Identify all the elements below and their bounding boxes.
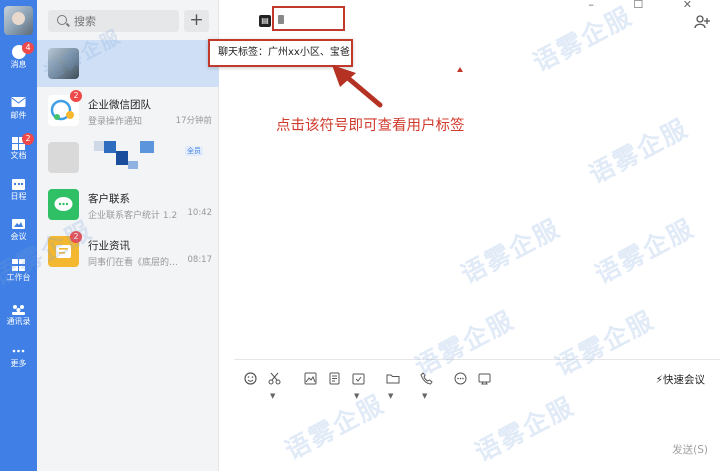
nav-docs-label: 文档 [10, 151, 27, 160]
nav-more[interactable]: 更多 [0, 340, 37, 376]
phone-icon[interactable]: ▼ [420, 372, 433, 400]
conversation-item-wecom-team[interactable]: 2 企业微信团队 登录操作通知 17分钟前 [37, 87, 219, 134]
mosaic-blur [116, 151, 128, 165]
nav-messages[interactable]: 消息 4 [0, 41, 37, 77]
unread-badge: 2 [70, 90, 82, 102]
chat-panel: ▤ – ☐ ✕ 聊天标签：广州xx小区、宝爸 点击该符号即可查看用户标签 ▼ ▼… [208, 0, 720, 471]
nav-docs[interactable]: 文档 2 [0, 132, 37, 168]
annotation-text: 点击该符号即可查看用户标签 [276, 118, 465, 134]
conversation-preview: 同事们在看《底层的… [88, 258, 179, 268]
image-icon[interactable] [304, 372, 317, 386]
conversation-preview: 企业联系客户统计 1.2 [88, 211, 178, 221]
calendar-icon [11, 177, 26, 191]
lightning-icon: ⚡ [655, 374, 663, 386]
nav-contacts[interactable]: 通讯录 [0, 298, 37, 334]
mosaic-blur [104, 141, 116, 153]
nav-workbench-label: 工作台 [6, 273, 31, 282]
emoji-icon[interactable] [244, 372, 257, 386]
conversation-preview: 登录操作通知 [88, 117, 143, 127]
unread-badge: 2 [70, 231, 82, 243]
chat-bubble-icon [54, 197, 73, 211]
folder-icon[interactable]: ▼ [386, 372, 400, 400]
more-icon [11, 344, 26, 358]
nav-calendar[interactable]: 日程 [0, 173, 37, 209]
nav-messages-badge: 4 [22, 42, 34, 54]
conversation-time: 10:42 [187, 208, 213, 218]
conversation-list: + 2 企业微信团队 登录操作通知 17分钟前 全员 客户联系 企业联系客户统计… [37, 0, 219, 471]
send-button[interactable]: 发送(S) [672, 442, 708, 457]
mosaic-blur [140, 141, 154, 153]
mosaic-blur [94, 141, 104, 151]
chat-header: ▤ – ☐ ✕ [220, 0, 720, 40]
watermark: 语雾企服 [590, 213, 700, 290]
add-button[interactable]: + [184, 10, 209, 32]
conversation-name: 行业资讯 [88, 240, 130, 252]
window-controls[interactable]: – ☐ ✕ [588, 0, 710, 11]
quick-meeting-label: 快速会议 [663, 374, 705, 386]
user-avatar[interactable] [4, 6, 33, 35]
avatar [48, 48, 79, 79]
scissors-icon[interactable]: ▼ [268, 372, 281, 400]
search-icon [57, 15, 67, 25]
watermark: 语雾企服 [584, 113, 694, 190]
add-member-icon[interactable] [694, 14, 711, 33]
nav-contacts-label: 通讯录 [6, 317, 31, 326]
annotation-arrow [332, 65, 383, 108]
conversation-item-current[interactable] [37, 40, 219, 87]
nav-meeting[interactable]: 会议 [0, 213, 37, 249]
task-icon[interactable]: ▼ [352, 372, 365, 400]
all-staff-tag: 全员 [185, 146, 203, 156]
mosaic-blur [128, 161, 138, 169]
file-icon[interactable] [328, 372, 341, 386]
watermark: 语雾企服 [456, 213, 566, 290]
screen-icon[interactable] [478, 372, 491, 386]
message-composer[interactable]: ▼ ▼ ▼ ▼ ⚡快速会议 发送(S) [234, 359, 720, 471]
nav-more-label: 更多 [10, 359, 27, 368]
nav-rail: 消息 4 邮件 文档 2 日程 会议 工作台 通讯录 更多 [0, 0, 37, 471]
nav-mail[interactable]: 邮件 [0, 92, 37, 128]
avatar [48, 142, 79, 173]
conversation-item-industry-news[interactable]: 2 行业资讯 同事们在看《底层的… 08:17 [37, 228, 219, 275]
nav-docs-badge: 2 [22, 133, 34, 145]
nav-meeting-label: 会议 [10, 232, 27, 241]
avatar [48, 189, 79, 220]
conversation-time: 08:17 [187, 255, 213, 265]
highlight-box [272, 6, 345, 31]
nav-mail-label: 邮件 [10, 111, 27, 120]
conversation-time: 17分钟前 [175, 116, 212, 126]
nav-messages-label: 消息 [10, 60, 27, 69]
conversation-name: 客户联系 [88, 193, 130, 205]
mail-icon [11, 96, 26, 110]
search-input[interactable] [74, 13, 174, 29]
contacts-icon [11, 302, 26, 316]
more-dots-icon[interactable] [454, 372, 467, 386]
quick-meeting-button[interactable]: ⚡快速会议 [656, 372, 705, 387]
tag-icon[interactable]: ▤ [259, 15, 271, 27]
nav-calendar-label: 日程 [10, 192, 27, 201]
conversation-name: 企业微信团队 [88, 99, 151, 111]
nav-workbench[interactable]: 工作台 [0, 254, 37, 290]
meeting-icon [11, 217, 26, 231]
conversation-item-group[interactable]: 全员 [37, 134, 219, 181]
red-marker [457, 67, 463, 72]
conversation-item-customer-contact[interactable]: 客户联系 企业联系客户统计 1.2 10:42 [37, 181, 219, 228]
grid-icon [11, 258, 26, 272]
search-box[interactable] [48, 10, 179, 32]
